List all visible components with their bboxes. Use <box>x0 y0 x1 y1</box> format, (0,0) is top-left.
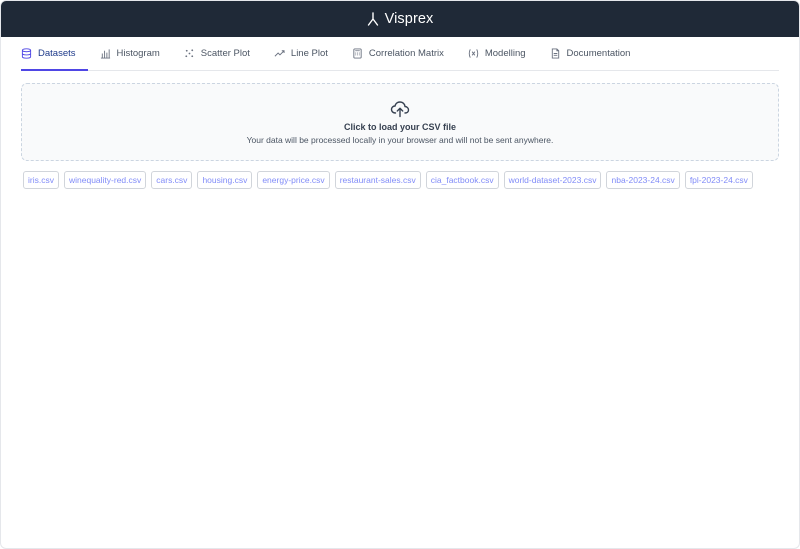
tab-correlation-matrix[interactable]: Correlation Matrix <box>352 37 456 70</box>
dropzone-subtitle: Your data will be processed locally in y… <box>246 134 554 145</box>
sample-datasets: iris.csv winequality-red.csv cars.csv ho… <box>23 171 777 190</box>
document-icon <box>551 48 559 59</box>
dataset-chip[interactable]: cia_factbook.csv <box>425 171 499 190</box>
visprex-logo-icon <box>367 12 378 26</box>
trend-icon <box>274 50 285 57</box>
app-window: Visprex Datasets Histogram Scatter Plot <box>0 0 800 549</box>
dataset-chip[interactable]: restaurant-sales.csv <box>334 171 421 190</box>
csv-dropzone[interactable]: Click to load your CSV file Your data wi… <box>21 83 779 161</box>
tab-label: Scatter Plot <box>200 48 250 59</box>
dataset-chip[interactable]: iris.csv <box>23 171 59 190</box>
dataset-chip[interactable]: housing.csv <box>197 171 253 190</box>
tab-documentation[interactable]: Documentation <box>550 37 643 70</box>
tab-modelling[interactable]: Modelling <box>468 37 538 70</box>
tab-histogram[interactable]: Histogram <box>100 37 172 70</box>
app-header: Visprex <box>1 1 799 37</box>
cloud-upload-icon <box>390 100 410 117</box>
variable-icon <box>468 49 479 58</box>
tab-label: Documentation <box>566 48 631 59</box>
scatter-icon <box>185 49 193 58</box>
tab-label: Histogram <box>116 48 160 59</box>
tab-label: Datasets <box>38 47 76 59</box>
dataset-chip[interactable]: world-dataset-2023.csv <box>503 171 602 190</box>
bar-chart-icon <box>100 49 110 59</box>
tab-datasets[interactable]: Datasets <box>21 37 88 71</box>
app-title: Visprex <box>384 11 434 27</box>
dataset-chip[interactable]: nba-2023-24.csv <box>606 171 680 190</box>
tab-label: Correlation Matrix <box>368 48 444 59</box>
tab-label: Line Plot <box>290 48 328 59</box>
dataset-chip[interactable]: cars.csv <box>151 171 193 190</box>
tab-bar: Datasets Histogram Scatter Plot Line Plo… <box>21 37 779 71</box>
tab-line-plot[interactable]: Line Plot <box>274 37 340 70</box>
calculator-icon <box>353 48 362 59</box>
dataset-chip[interactable]: fpl-2023-24.csv <box>684 171 753 190</box>
dataset-chip[interactable]: energy-price.csv <box>257 171 330 190</box>
dataset-chip[interactable]: winequality-red.csv <box>63 171 147 190</box>
database-icon <box>21 47 32 59</box>
dropzone-title: Click to load your CSV file <box>343 121 457 132</box>
tab-scatter-plot[interactable]: Scatter Plot <box>184 37 262 70</box>
tab-label: Modelling <box>484 48 526 59</box>
